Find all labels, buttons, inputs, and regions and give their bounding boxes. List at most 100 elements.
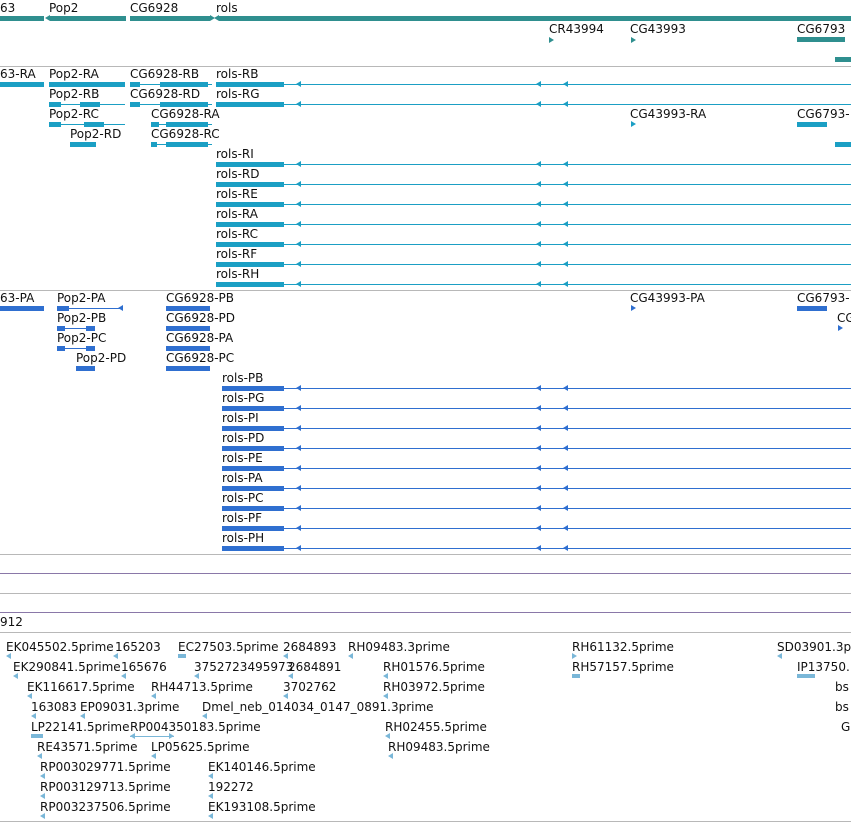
est-label[interactable]: EK290841.5prime xyxy=(13,660,121,674)
gene-label[interactable]: Pop2 xyxy=(49,1,78,15)
est-label[interactable]: RH03972.5prime xyxy=(383,680,485,694)
exon[interactable] xyxy=(130,102,140,107)
protein-label[interactable]: CG6928-PB xyxy=(166,291,234,305)
exon[interactable] xyxy=(49,122,61,127)
exon[interactable] xyxy=(216,282,284,287)
est-label[interactable]: bs xyxy=(835,680,849,694)
transcript-label[interactable]: Pop2-RC xyxy=(49,107,99,121)
gene-label[interactable]: CG6928 xyxy=(130,1,178,15)
protein-label[interactable]: Pop2-PD xyxy=(76,351,126,365)
transcript-label[interactable]: CG6928-RD xyxy=(130,87,200,101)
gene-label[interactable]: CG6793 xyxy=(797,22,845,36)
est-label[interactable]: SD03901.3p xyxy=(777,640,851,654)
gene-label[interactable]: rols xyxy=(216,1,238,15)
transcript-label[interactable]: rols-RG xyxy=(216,87,260,101)
transcript-label[interactable]: rols-RE xyxy=(216,187,258,201)
est-label[interactable]: LP05625.5prime xyxy=(151,740,250,754)
est-label[interactable]: LP22141.5prime xyxy=(31,720,130,734)
est-label[interactable]: RP003029771.5prime xyxy=(40,760,171,774)
transcript-label[interactable]: rols-RC xyxy=(216,227,258,241)
protein-label[interactable]: rols-PD xyxy=(222,431,264,445)
transcript-label[interactable]: rols-RB xyxy=(216,67,259,81)
est-label[interactable]: RP004350183.5prime xyxy=(130,720,261,734)
protein-label[interactable]: 63-PA xyxy=(0,291,34,305)
est-label[interactable]: EP09031.3prime xyxy=(80,700,179,714)
exon[interactable] xyxy=(222,546,284,551)
est-glyph[interactable] xyxy=(31,734,43,738)
cut-track-label[interactable]: 912 xyxy=(0,615,23,629)
est-label[interactable]: RH44713.5prime xyxy=(151,680,253,694)
protein-label[interactable]: rols-PH xyxy=(222,531,264,545)
protein-label[interactable]: rols-PG xyxy=(222,391,264,405)
gene-glyph[interactable] xyxy=(797,37,845,42)
transcript-label[interactable]: CG6928-RA xyxy=(151,107,220,121)
est-label[interactable]: 3702762 xyxy=(283,680,336,694)
protein-label[interactable]: Pop2-PC xyxy=(57,331,106,345)
transcript-glyph[interactable] xyxy=(0,82,44,87)
est-glyph[interactable] xyxy=(797,674,815,678)
est-label[interactable]: G xyxy=(841,720,850,734)
est-label[interactable]: 192272 xyxy=(208,780,254,794)
est-label[interactable]: bs xyxy=(835,700,849,714)
transcript-label[interactable]: rols-RD xyxy=(216,167,260,181)
est-label[interactable]: EK116617.5prime xyxy=(27,680,135,694)
est-label[interactable]: RH61132.5prime xyxy=(572,640,674,654)
transcript-glyph[interactable] xyxy=(835,142,851,147)
gene-label[interactable]: CR43994 xyxy=(549,22,604,36)
gene-label[interactable]: 63 xyxy=(0,1,15,15)
est-label[interactable]: EK140146.5prime xyxy=(208,760,316,774)
est-label[interactable]: RH09483.3prime xyxy=(348,640,450,654)
transcript-label[interactable]: Pop2-RB xyxy=(49,87,99,101)
gene-glyph[interactable] xyxy=(219,16,851,21)
transcript-glyph[interactable] xyxy=(797,122,827,127)
est-label[interactable]: RP003129713.5prime xyxy=(40,780,171,794)
gene-glyph[interactable] xyxy=(0,16,44,21)
est-label[interactable]: 165203 xyxy=(115,640,161,654)
est-glyph[interactable] xyxy=(178,654,186,658)
transcript-label[interactable]: Pop2-RD xyxy=(70,127,121,141)
transcript-label[interactable]: rols-RH xyxy=(216,267,259,281)
protein-label[interactable]: rols-PI xyxy=(222,411,259,425)
transcript-label[interactable]: CG6793- xyxy=(797,107,850,121)
est-label[interactable]: RE43571.5prime xyxy=(37,740,138,754)
protein-glyph[interactable] xyxy=(0,306,44,311)
est-label[interactable]: EK045502.5prime xyxy=(6,640,114,654)
protein-label[interactable]: CG6928-PA xyxy=(166,331,233,345)
protein-label[interactable]: rols-PE xyxy=(222,451,263,465)
protein-label[interactable]: CG6928-PC xyxy=(166,351,234,365)
protein-label[interactable]: rols-PF xyxy=(222,511,262,525)
gene-label[interactable]: CG43993 xyxy=(630,22,686,36)
protein-glyph[interactable] xyxy=(797,306,827,311)
transcript-label[interactable]: rols-RI xyxy=(216,147,254,161)
transcript-label[interactable]: CG6928-RC xyxy=(151,127,220,141)
protein-label[interactable]: CG6793- xyxy=(797,291,850,305)
transcript-label[interactable]: CG6928-RB xyxy=(130,67,199,81)
exon[interactable] xyxy=(166,142,208,147)
gene-glyph[interactable] xyxy=(130,16,210,21)
transcript-label[interactable]: rols-RF xyxy=(216,247,257,261)
est-label[interactable]: 2684893 xyxy=(283,640,336,654)
protein-label[interactable]: CG xyxy=(837,311,851,325)
est-label[interactable]: EK193108.5prime xyxy=(208,800,316,814)
est-label[interactable]: RH57157.5prime xyxy=(572,660,674,674)
est-label[interactable]: Dmel_neb_014034_0147_0891.3prime xyxy=(202,700,434,714)
est-label[interactable]: 165676 xyxy=(121,660,167,674)
protein-label[interactable]: Pop2-PA xyxy=(57,291,105,305)
exon[interactable] xyxy=(216,102,284,107)
gene-glyph[interactable] xyxy=(50,16,126,21)
gene-glyph[interactable] xyxy=(835,57,851,62)
protein-glyph[interactable] xyxy=(166,366,210,371)
transcript-label[interactable]: rols-RA xyxy=(216,207,258,221)
protein-label[interactable]: rols-PA xyxy=(222,471,263,485)
protein-label[interactable]: CG43993-PA xyxy=(630,291,705,305)
est-glyph[interactable] xyxy=(572,674,580,678)
protein-label[interactable]: Pop2-PB xyxy=(57,311,106,325)
est-label[interactable]: RH02455.5prime xyxy=(385,720,487,734)
exon[interactable] xyxy=(151,142,157,147)
est-label[interactable]: RP003237506.5prime xyxy=(40,800,171,814)
est-label[interactable]: 163083 xyxy=(31,700,77,714)
protein-label[interactable]: rols-PB xyxy=(222,371,263,385)
est-label[interactable]: RH01576.5prime xyxy=(383,660,485,674)
est-label[interactable]: EC27503.5prime xyxy=(178,640,279,654)
protein-label[interactable]: CG6928-PD xyxy=(166,311,235,325)
